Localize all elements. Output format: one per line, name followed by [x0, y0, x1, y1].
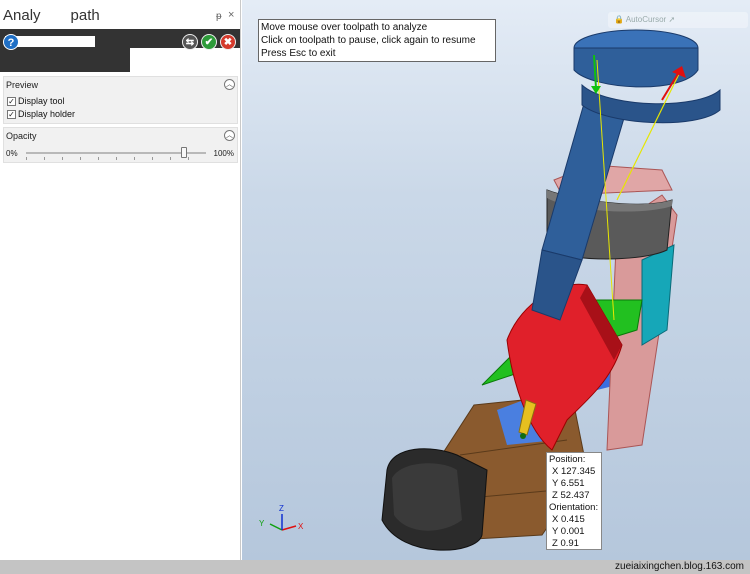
position-y: Y 6.551: [552, 478, 585, 489]
display-holder-label: Display holder: [18, 109, 76, 119]
analyze-toolpath-panel: Analy path ᵽ × ? ⇆ ✔ ✖ Preview ︿ ✓ Displa…: [0, 0, 241, 574]
position-z: Z 52.437: [552, 490, 590, 501]
view-toolbar[interactable]: 🔒 AutoCursor ➚: [608, 12, 748, 28]
display-tool-label: Display tool: [18, 96, 65, 106]
panel-title: Analy path: [3, 7, 100, 24]
panel-title-right: path: [70, 7, 100, 24]
tool-head-body: [573, 47, 699, 88]
preview-title: Preview: [6, 80, 39, 90]
ok-icon[interactable]: ✔: [201, 34, 217, 50]
orientation-x: X 0.415: [552, 514, 585, 525]
cutter-contact-point: [520, 433, 526, 439]
display-holder-checkbox[interactable]: ✓ Display holder: [7, 109, 75, 119]
display-holder-check[interactable]: ✓: [7, 109, 16, 119]
cancel-icon[interactable]: ✖: [220, 34, 236, 50]
preview-group: Preview ︿ ✓ Display tool ✓ Display holde…: [3, 76, 238, 124]
opacity-slider-track[interactable]: [26, 152, 206, 154]
orientation-z: Z 0.91: [552, 538, 579, 549]
hint-line: Press Esc to exit: [261, 48, 336, 59]
pin-icon[interactable]: ᵽ: [216, 11, 222, 22]
hint-line: Move mouse over toolpath to analyze: [261, 22, 428, 33]
display-tool-check[interactable]: ✓: [7, 96, 16, 106]
panel-title-left: Analy: [3, 7, 41, 24]
analyze-hint-box: Move mouse over toolpath to analyze Clic…: [258, 19, 496, 62]
triad-y-label: Y: [259, 519, 265, 528]
position-label: Position:: [549, 454, 586, 465]
watermark: zueiaixingchen.blog.163.com: [615, 561, 744, 572]
autocursor-label[interactable]: AutoCursor: [626, 15, 666, 24]
collapse-icon[interactable]: ︿: [224, 130, 235, 141]
share-icon[interactable]: ⇆: [182, 34, 198, 50]
redacted-block: [0, 47, 130, 72]
position-x: X 127.345: [552, 466, 596, 477]
part-shell-inner: [392, 463, 462, 531]
hint-line: Click on toolpath to pause, click again …: [261, 35, 476, 46]
cursor-icon[interactable]: ➚: [668, 15, 675, 24]
opacity-max-label: 100%: [213, 149, 234, 158]
opacity-min-label: 0%: [6, 149, 18, 158]
position-info-tooltip: Position: X 127.345 Y 6.551 Z 52.437 Ori…: [546, 452, 602, 550]
opacity-group: Opacity ︿ 0% 100%: [3, 127, 238, 163]
triad-y-axis: [269, 523, 283, 531]
triad-x-axis: [281, 525, 297, 531]
orientation-label: Orientation:: [549, 502, 599, 513]
orientation-y: Y 0.001: [552, 526, 585, 537]
opacity-slider-thumb[interactable]: [181, 147, 188, 158]
help-icon[interactable]: ?: [3, 34, 19, 50]
opacity-slider-ticks: [26, 157, 206, 160]
triad-z-label: Z: [279, 504, 284, 513]
lock-icon[interactable]: 🔒: [614, 15, 624, 24]
opacity-title: Opacity: [6, 131, 37, 141]
3d-viewport[interactable]: X Y Z 🔒 AutoCursor ➚ Move mouse over too…: [242, 0, 750, 560]
collapse-icon[interactable]: ︿: [224, 79, 235, 90]
title-redaction: [40, 9, 71, 24]
triad-x-label: X: [298, 522, 304, 531]
display-tool-checkbox[interactable]: ✓ Display tool: [7, 96, 65, 106]
toolpath-scene[interactable]: X Y Z: [242, 0, 750, 560]
cyan-surface: [641, 244, 675, 346]
close-icon[interactable]: ×: [228, 9, 234, 21]
